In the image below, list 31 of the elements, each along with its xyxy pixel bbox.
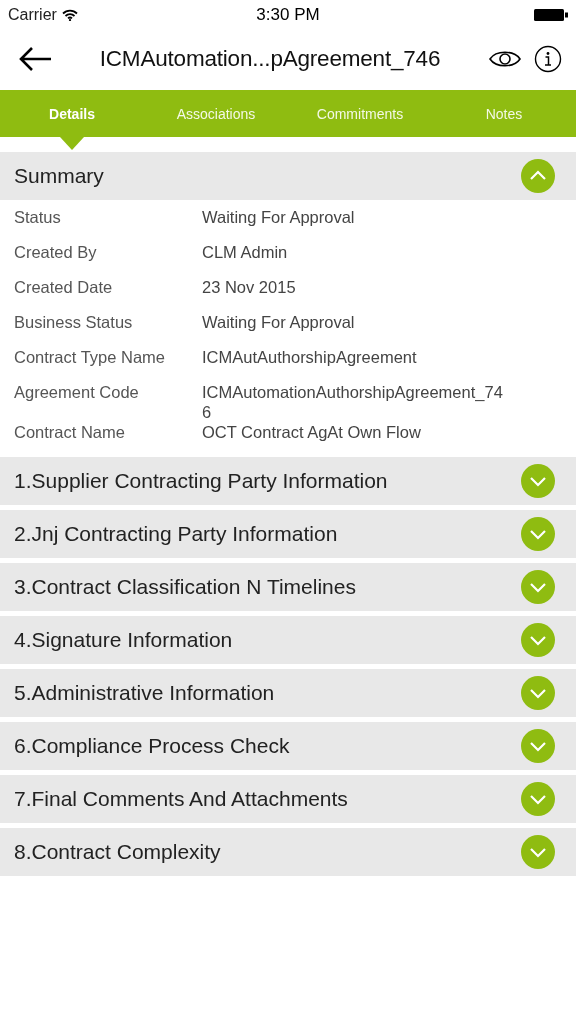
- field-value: 23 Nov 2015: [202, 277, 297, 297]
- section-header[interactable]: 6.Compliance Process Check: [0, 722, 576, 770]
- field-value: ICMAutomationAuthorshipAgreement_746: [202, 382, 504, 422]
- field-label: Status: [14, 207, 62, 227]
- clock-time: 3:30 PM: [256, 5, 320, 25]
- field-label: Created By: [14, 242, 98, 262]
- field-value: CLM Admin: [202, 242, 289, 262]
- section-header[interactable]: Summary: [0, 152, 576, 200]
- section-header[interactable]: 8.Contract Complexity: [0, 828, 576, 876]
- carrier-label: Carrier: [8, 6, 57, 24]
- section-header[interactable]: 4.Signature Information: [0, 616, 576, 664]
- wifi-icon: [61, 9, 78, 21]
- field-label: Agreement Code: [14, 382, 140, 402]
- field-label: Created Date: [14, 277, 114, 297]
- section-header[interactable]: 3.Contract Classification N Timelines: [0, 563, 576, 611]
- field-label: Contract Type Name: [14, 347, 166, 367]
- back-arrow-icon[interactable]: [18, 46, 52, 72]
- section-header[interactable]: 1.Supplier Contracting Party Information: [0, 457, 576, 505]
- info-icon[interactable]: [534, 45, 562, 73]
- field-value: OCT Contract AgAt Own Flow: [202, 422, 422, 442]
- field-value: ICMAutAuthorshipAgreement: [202, 347, 418, 367]
- section-header[interactable]: 2.Jnj Contracting Party Information: [0, 510, 576, 558]
- eye-icon[interactable]: [488, 48, 522, 70]
- field-value: Waiting For Approval: [202, 207, 356, 227]
- battery-icon: [534, 8, 568, 22]
- section-header[interactable]: 5.Administrative Information: [0, 669, 576, 717]
- field-label: Contract Name: [14, 422, 126, 442]
- contract-title: ICMAutomation...pAgreement_746: [98, 46, 442, 72]
- field-value: Waiting For Approval: [202, 312, 356, 332]
- section-header[interactable]: 7.Final Comments And Attachments: [0, 775, 576, 823]
- field-label: Business Status: [14, 312, 134, 332]
